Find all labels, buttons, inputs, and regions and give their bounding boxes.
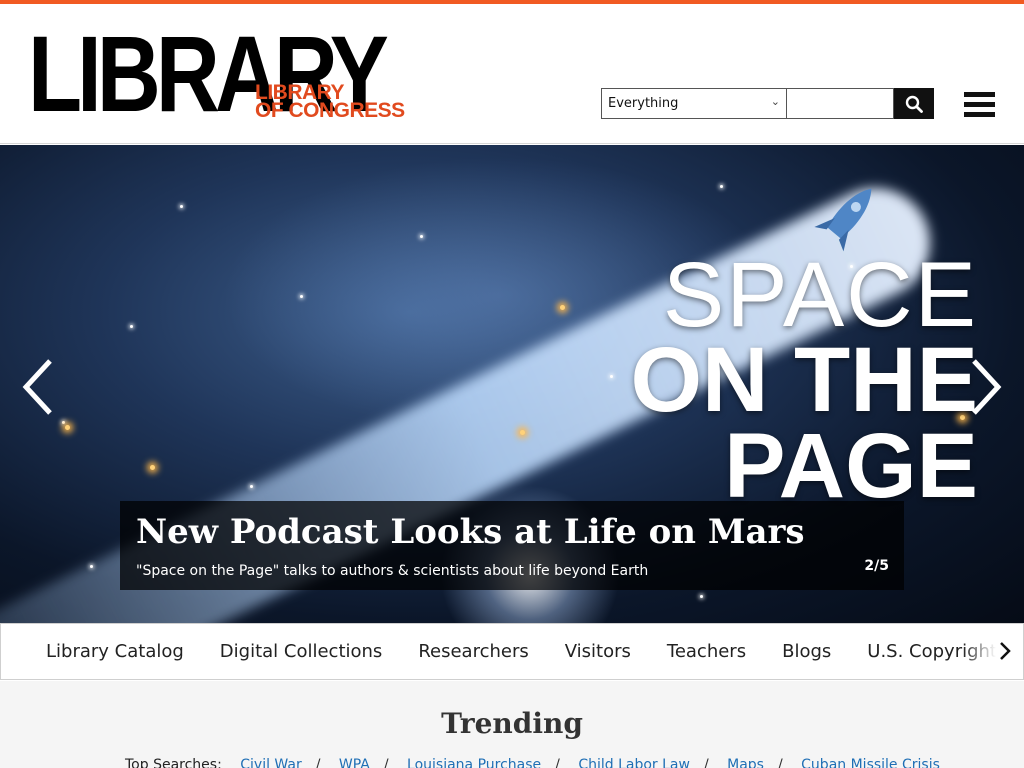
primary-nav: Library Catalog Digital Collections Rese… [0, 623, 1024, 680]
nav-item-researchers[interactable]: Researchers [400, 641, 546, 662]
search-icon [905, 95, 923, 113]
top-search-link[interactable]: Maps [727, 757, 764, 768]
carousel-prev-button[interactable] [18, 357, 58, 417]
chevron-right-icon [972, 359, 1002, 415]
search-input[interactable] [786, 88, 894, 119]
nav-scroll-right-button[interactable] [999, 640, 1011, 666]
chevron-down-icon: ⌄ [770, 95, 780, 108]
trending-section: Trending Top Searches: Civil War / WPA / L… [0, 681, 1024, 768]
hero-carousel: SPACE ON THE PAGE New Podcast Looks at L… [0, 145, 1024, 623]
chevron-left-icon [22, 359, 52, 415]
hamburger-menu-icon[interactable] [964, 92, 995, 118]
chevron-right-icon [1000, 642, 1011, 660]
search-bar: Everything ⌄ [601, 88, 934, 119]
top-search-link[interactable]: Civil War [240, 757, 301, 768]
slide-headline[interactable]: New Podcast Looks at Life on Mars [136, 511, 888, 553]
nav-item-library-catalog[interactable]: Library Catalog [28, 641, 202, 662]
search-scope-select[interactable]: Everything ⌄ [601, 88, 786, 119]
search-button[interactable] [894, 88, 934, 119]
top-search-link[interactable]: Child Labor Law [578, 757, 690, 768]
nav-item-blogs[interactable]: Blogs [764, 641, 849, 662]
site-header: LIBRARY LIBRARY OF CONGRESS Everything ⌄ [0, 4, 1024, 144]
top-search-link[interactable]: WPA [339, 757, 370, 768]
nav-item-visitors[interactable]: Visitors [547, 641, 649, 662]
top-searches-label: Top Searches: [125, 757, 222, 768]
library-of-congress-logo[interactable]: LIBRARY LIBRARY OF CONGRESS [28, 20, 405, 128]
nav-item-teachers[interactable]: Teachers [649, 641, 764, 662]
carousel-caption[interactable]: New Podcast Looks at Life on Mars "Space… [120, 501, 904, 590]
top-search-link[interactable]: Cuban Missile Crisis [801, 757, 940, 768]
slide-counter: 2/5 [864, 558, 889, 574]
logo-subtitle: LIBRARY OF CONGRESS [255, 81, 405, 122]
nav-item-digital-collections[interactable]: Digital Collections [202, 641, 401, 662]
carousel-next-button[interactable] [966, 357, 1006, 417]
space-on-the-page-banner: SPACE ON THE PAGE [630, 244, 978, 517]
top-search-link[interactable]: Louisiana Purchase [407, 757, 541, 768]
slide-description: "Space on the Page" talks to authors & s… [136, 563, 649, 579]
top-searches-list: Top Searches: Civil War / WPA / Louisiana … [125, 757, 940, 768]
trending-title: Trending [441, 707, 583, 740]
